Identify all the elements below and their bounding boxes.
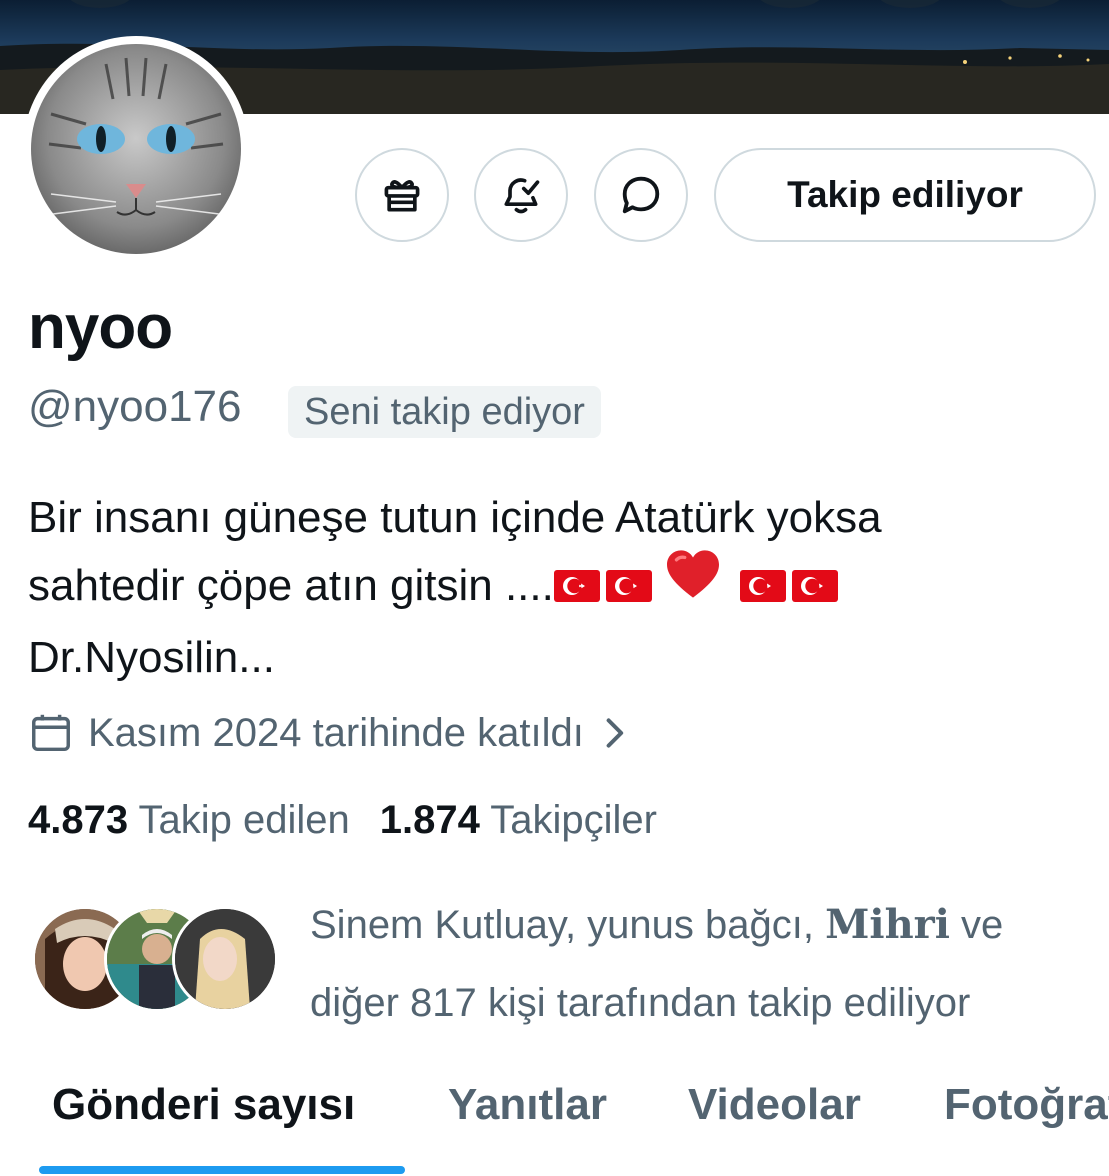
message-icon [622, 176, 660, 214]
tab-posts[interactable]: Gönderi sayısı [52, 1080, 355, 1130]
turkish-flag-icon [605, 570, 652, 603]
followed-by-text[interactable]: Sinem Kutluay, yunus bağcı, Mihri ve diğ… [310, 886, 1090, 1042]
following-label: Takip edilen [138, 798, 350, 842]
joined-date: Kasım 2024 tarihinde katıldı [88, 710, 584, 755]
follows-you-badge: Seni takip ediyor [288, 386, 601, 438]
profile-tabs: Gönderi sayısı Yanıtlar Videolar Fotoğra… [0, 1052, 1109, 1176]
followed-by-others: diğer 817 kişi tarafından takip ediliyor [310, 981, 971, 1025]
following-link[interactable]: 4.873 Takip edilen [28, 798, 350, 842]
followers-count: 1.874 [379, 798, 480, 842]
bio-line: sahtedir çöpe atın gitsin .... [28, 561, 554, 610]
message-button[interactable] [594, 148, 688, 242]
followed-by-names: Sinem Kutluay, yunus bağcı, [310, 903, 826, 947]
turkish-flag-icon [791, 570, 838, 603]
bio-line-emoji: sahtedir çöpe atın gitsin .... [28, 550, 1088, 624]
followers-label: Takipçiler [490, 798, 657, 842]
calendar-icon [32, 714, 70, 752]
red-heart-icon [664, 548, 722, 620]
following-button[interactable]: Takip ediliyor [714, 148, 1096, 242]
tab-replies[interactable]: Yanıtlar [448, 1080, 607, 1130]
followed-by-name-mihri: Mihri [825, 901, 950, 948]
chevron-right-icon [606, 718, 624, 748]
notifications-button[interactable] [474, 148, 568, 242]
turkish-flag-icon [739, 570, 786, 603]
profile-avatar[interactable] [23, 36, 249, 262]
turkish-flag-icon [553, 570, 600, 603]
bio-line: Dr.Nyosilin... [28, 633, 275, 683]
follow-stats: 4.873 Takip edilen 1.874 Takipçiler [28, 798, 657, 843]
mutual-followers-avatars[interactable] [32, 906, 282, 1016]
followers-link[interactable]: 1.874 Takipçiler [380, 798, 657, 842]
bell-check-icon [504, 178, 540, 214]
gift-button[interactable] [355, 148, 449, 242]
joined-date-row[interactable]: Kasım 2024 tarihinde katıldı [28, 706, 626, 760]
tab-photos[interactable]: Fotoğraflar [944, 1080, 1109, 1130]
bio-line: Bir insanı güneşe tutun içinde Atatürk y… [28, 493, 882, 542]
display-name: nyoo [28, 293, 173, 362]
tab-videos[interactable]: Videolar [688, 1080, 861, 1130]
active-tab-indicator [39, 1166, 405, 1174]
gift-icon [384, 180, 420, 212]
following-count: 4.873 [28, 798, 129, 842]
user-handle: @nyoo176 [28, 382, 242, 431]
profile-bio: Bir insanı güneşe tutun içinde Atatürk y… [28, 484, 1088, 692]
followed-by-and: ve [949, 903, 1004, 947]
mutual-avatar [172, 906, 278, 1012]
